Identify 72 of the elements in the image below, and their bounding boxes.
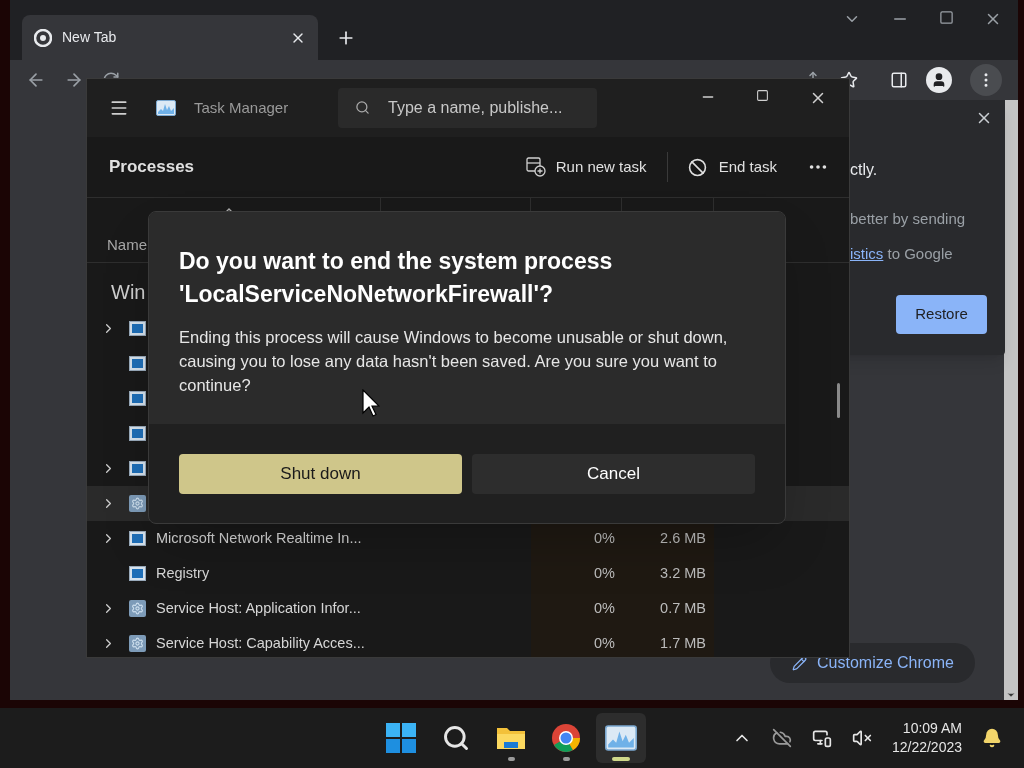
notification-bell-icon[interactable] bbox=[982, 728, 1002, 748]
maximize-icon[interactable] bbox=[756, 89, 769, 102]
window-icon bbox=[129, 531, 146, 546]
window-icon bbox=[129, 566, 146, 581]
window-icon bbox=[129, 461, 146, 476]
scrollbar[interactable] bbox=[1004, 100, 1018, 700]
search-field[interactable]: Type a name, publishe... bbox=[338, 88, 597, 128]
gear-icon bbox=[129, 600, 146, 617]
window-icon bbox=[129, 426, 146, 441]
memory-cell-text: 1.7 MB bbox=[660, 633, 706, 653]
window-icon bbox=[129, 321, 146, 336]
scroll-down-icon[interactable] bbox=[1006, 690, 1016, 700]
windows-logo-icon bbox=[386, 723, 416, 753]
column-header[interactable]: Name bbox=[107, 233, 147, 256]
process-row[interactable]: Service Host: Application Infor... 0% 0.7 MB bbox=[87, 591, 849, 626]
memory-cell-text: 0.7 MB bbox=[660, 598, 706, 618]
cpu-cell-text: 0% bbox=[594, 528, 615, 548]
search-icon bbox=[355, 100, 370, 115]
scrollbar-thumb[interactable] bbox=[837, 383, 840, 418]
process-name: Microsoft Network Realtime In... bbox=[156, 528, 362, 548]
clock-date[interactable]: 12/22/2023 bbox=[891, 738, 962, 757]
window-icon bbox=[129, 356, 146, 371]
pencil-icon bbox=[792, 655, 807, 671]
running-indicator bbox=[562, 757, 570, 761]
window-add-icon bbox=[525, 157, 546, 177]
folder-icon bbox=[496, 725, 526, 751]
group-title: Win bbox=[111, 280, 146, 305]
menu-icon[interactable] bbox=[109, 98, 129, 118]
clock-time[interactable]: 10:09 AM bbox=[902, 719, 962, 738]
popup-text: better by sending bbox=[850, 209, 966, 229]
running-indicator bbox=[612, 757, 630, 761]
process-name: Registry bbox=[156, 563, 210, 583]
shut-down-button[interactable]: Shut down bbox=[179, 453, 462, 494]
blocked-icon bbox=[687, 157, 707, 177]
running-indicator bbox=[507, 757, 515, 761]
popup-text: ctly. bbox=[850, 160, 879, 180]
window-icon bbox=[129, 391, 146, 406]
memory-cell-text: 3.2 MB bbox=[660, 563, 706, 583]
process-row[interactable]: Registry 0% 3.2 MB bbox=[87, 556, 849, 591]
chrome-icon bbox=[551, 723, 581, 753]
run-new-task-button[interactable]: Run new task bbox=[515, 155, 657, 179]
popup-text: istics to Google bbox=[850, 243, 954, 264]
side-panel-icon[interactable] bbox=[890, 71, 908, 89]
cpu-cell-text: 0% bbox=[594, 633, 615, 653]
dialog-title: Do you want to end the system process 'LocalServiceNoNetworkFirewall'? bbox=[179, 247, 614, 309]
browser-tab[interactable]: New Tab bbox=[22, 15, 318, 60]
cursor-icon bbox=[362, 389, 380, 418]
tab-title: New Tab bbox=[62, 28, 118, 47]
page-title: Processes bbox=[109, 156, 196, 179]
statistics-link[interactable]: istics bbox=[850, 244, 884, 262]
restore-button[interactable]: Restore bbox=[896, 295, 987, 334]
gear-icon bbox=[129, 635, 146, 652]
end-task-button[interactable]: End task bbox=[677, 155, 787, 179]
volume-muted-icon[interactable] bbox=[851, 728, 872, 748]
taskbar-app[interactable] bbox=[596, 713, 646, 763]
chart-icon bbox=[156, 100, 176, 116]
dialog-message: Ending this process will cause Windows to become unusable or shut down, causing you to lose any data hasn't been saved. Are you sure you want to continue? bbox=[179, 327, 729, 396]
cancel-button[interactable]: Cancel bbox=[472, 453, 755, 494]
cpu-cell-text: 0% bbox=[594, 563, 615, 583]
chart-icon bbox=[605, 725, 637, 751]
cloud-off-icon[interactable] bbox=[771, 728, 792, 748]
profile-icon[interactable] bbox=[926, 67, 952, 93]
search-icon bbox=[442, 724, 470, 752]
chrome-icon bbox=[34, 28, 52, 47]
gear-icon bbox=[129, 495, 146, 512]
memory-cell-text: 2.6 MB bbox=[660, 528, 706, 548]
reload-icon[interactable] bbox=[102, 71, 120, 78]
network-icon[interactable] bbox=[811, 728, 832, 748]
cpu-cell-text: 0% bbox=[594, 598, 615, 618]
window-title: Task Manager bbox=[194, 97, 289, 118]
process-name: Service Host: Application Infor... bbox=[156, 598, 361, 618]
process-name: Service Host: Capability Acces... bbox=[156, 633, 365, 653]
